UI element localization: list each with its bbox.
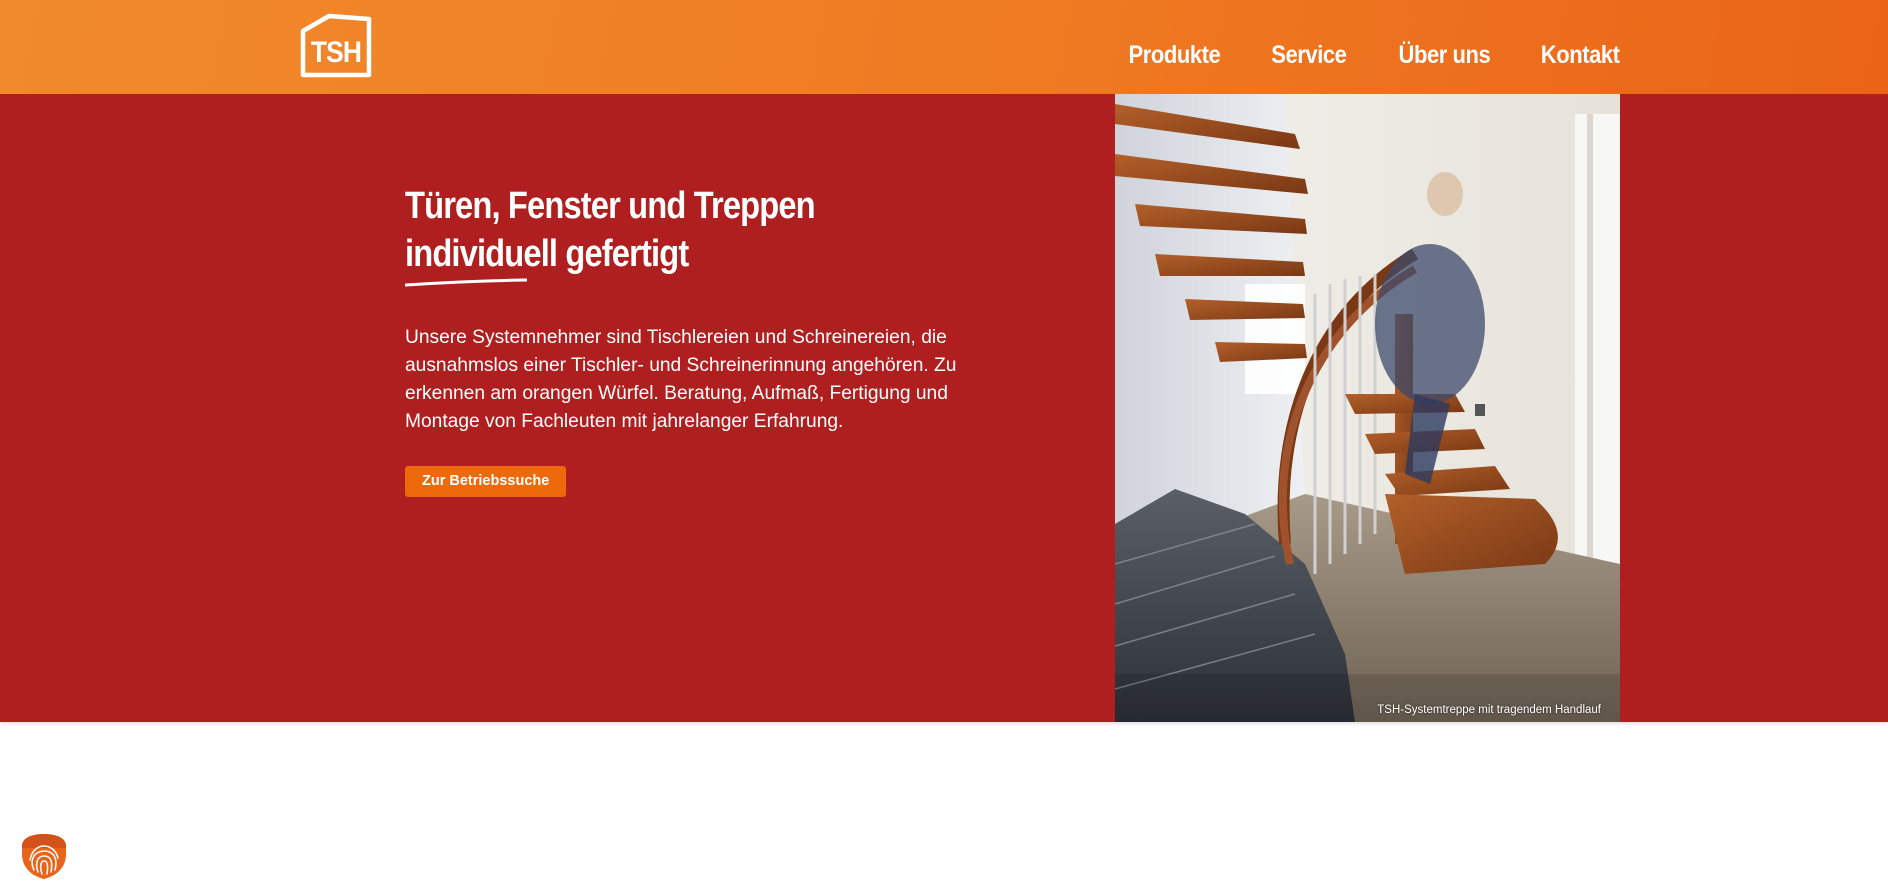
nav-item-service[interactable]: Service — [1271, 40, 1347, 70]
privacy-settings-button[interactable] — [20, 832, 68, 880]
main-navigation: Produkte Service Über uns Kontakt — [1116, 40, 1621, 70]
hero-headline-line-2: individuell gefertigt — [405, 233, 689, 275]
staircase-photo — [1115, 94, 1620, 722]
headline-underline — [405, 278, 527, 287]
image-caption: TSH-Systemtreppe mit tragendem Handlauf — [1377, 704, 1601, 716]
nav-item-produkte[interactable]: Produkte — [1129, 40, 1221, 70]
hero-headline-line-1: Türen, Fenster und Treppen — [405, 185, 816, 227]
hero-headline: Türen, Fenster und Treppen individuell g… — [405, 182, 816, 278]
betriebssuche-button[interactable]: Zur Betriebssuche — [405, 466, 567, 497]
hero-section: Türen, Fenster und Treppen individuell g… — [0, 94, 1888, 722]
nav-item-kontakt[interactable]: Kontakt — [1541, 40, 1620, 70]
logo-text: TSH — [311, 34, 361, 68]
nav-item-ueber-uns[interactable]: Über uns — [1399, 40, 1491, 70]
fingerprint-shield-icon — [22, 834, 66, 879]
hero-image-staircase: TSH-Systemtreppe mit tragendem Handlauf — [1115, 94, 1620, 722]
house-logo-icon: TSH — [300, 13, 372, 78]
site-header: TSH Produkte Service Über uns Kontakt — [0, 0, 1888, 94]
hero-description: Unsere Systemnehmer sind Tischlereien un… — [405, 327, 957, 432]
tsh-logo[interactable]: TSH — [299, 13, 373, 79]
